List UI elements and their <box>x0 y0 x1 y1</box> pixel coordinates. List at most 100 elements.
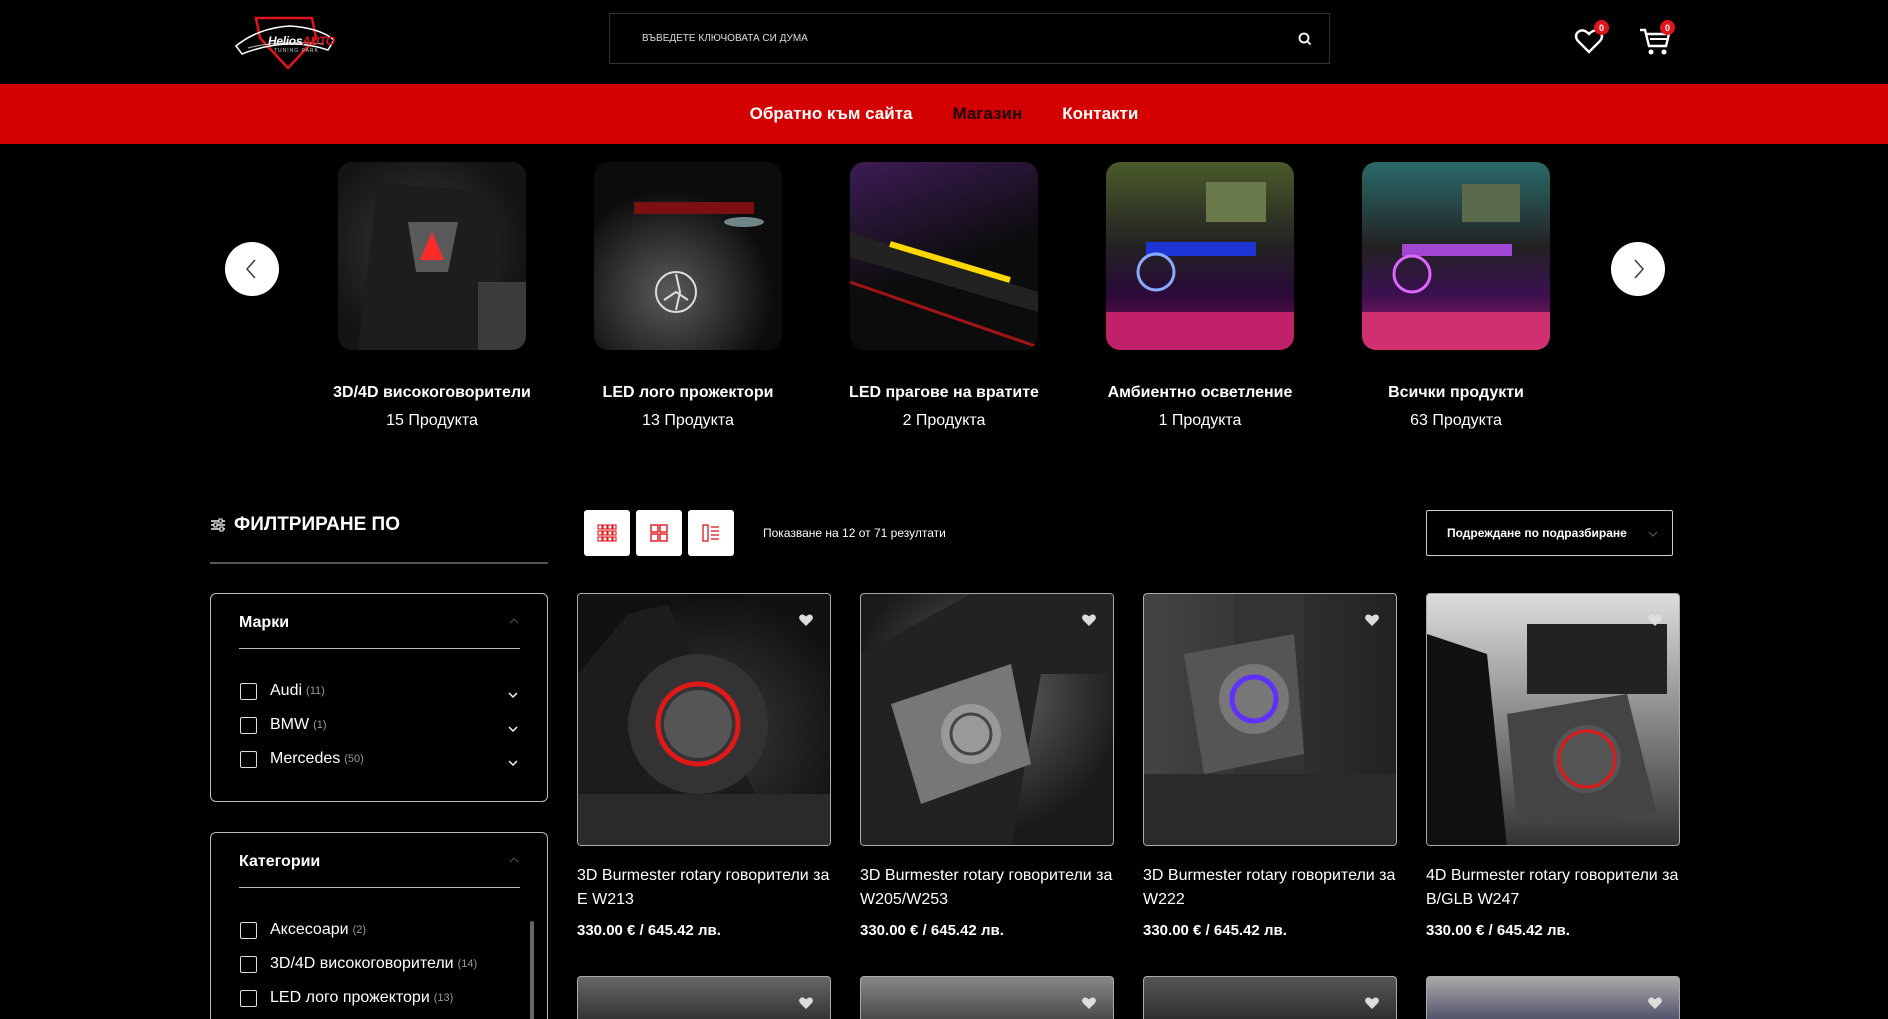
sort-select[interactable]: Подреждане по подразбиране <box>1426 510 1673 556</box>
chevron-down-icon[interactable] <box>507 757 519 769</box>
checkbox[interactable] <box>240 921 257 939</box>
product-price: 330.00 € / 645.42 лв. <box>577 922 721 939</box>
product-title[interactable]: 3D Burmester rotary говорители за E W213 <box>577 864 831 912</box>
search-input[interactable] <box>610 14 1280 63</box>
category-image[interactable] <box>1362 162 1550 350</box>
view-list-button[interactable] <box>688 510 734 556</box>
speaker-photo-icon <box>358 182 526 350</box>
option-label: Audi <box>270 682 303 699</box>
category-image[interactable] <box>1106 162 1294 350</box>
ambient-light-photo-icon <box>1106 182 1294 350</box>
heart-icon[interactable] <box>1647 612 1663 628</box>
divider <box>210 562 548 564</box>
heart-icon[interactable] <box>1364 612 1380 628</box>
all-products-photo-icon <box>1362 184 1550 350</box>
category-card[interactable]: LED лого прожектори 13 Продукта <box>582 162 794 430</box>
sliders-icon <box>211 518 225 532</box>
brands-filter-title[interactable]: Марки <box>239 614 289 632</box>
site-logo[interactable]: HeliosAUTO TUNING PARK <box>228 10 343 72</box>
option-label: BMW <box>270 716 310 733</box>
product-title[interactable]: 3D Burmester rotary говорители за W205/W… <box>860 864 1114 912</box>
product-image[interactable] <box>1426 593 1680 846</box>
checkbox[interactable] <box>240 955 257 973</box>
category-option-accessories[interactable]: Аксесоари (2) <box>240 921 366 939</box>
heart-icon[interactable] <box>1647 995 1663 1011</box>
product-title[interactable]: 3D Burmester rotary говорители за W222 <box>1143 864 1397 912</box>
product-image[interactable] <box>860 593 1114 846</box>
nav-back-to-site[interactable]: Обратно към сайта <box>750 104 913 124</box>
view-grid-5-button[interactable] <box>584 510 630 556</box>
list-icon <box>702 524 719 542</box>
heart-icon[interactable] <box>1081 995 1097 1011</box>
nav-contacts[interactable]: Контакти <box>1062 104 1138 124</box>
option-count: (13) <box>433 992 454 1004</box>
category-title: Амбиентно осветление <box>1107 384 1293 401</box>
product-card[interactable] <box>1426 976 1680 1019</box>
brand-option-bmw[interactable]: BMW (1) <box>240 716 327 734</box>
category-count: 13 Продукта <box>642 412 734 429</box>
brand-name: HeliosAUTO <box>268 34 335 48</box>
checkbox[interactable] <box>240 989 257 1007</box>
category-card[interactable]: 3D/4D високоговорители 15 Продукта <box>326 162 538 430</box>
category-option-speakers[interactable]: 3D/4D високоговорители (14) <box>240 955 477 973</box>
chevron-down-icon[interactable] <box>507 723 519 735</box>
category-card[interactable]: Всички продукти 63 Продукта <box>1350 162 1562 430</box>
brands-filter: Марки Audi (11) BMW (1) Mercedes (50) <box>210 593 548 802</box>
logo-projector-photo-icon <box>634 202 764 313</box>
chevron-up-icon[interactable] <box>509 855 519 865</box>
heart-icon[interactable] <box>798 612 814 628</box>
category-image[interactable] <box>594 162 782 350</box>
category-card[interactable]: LED прагове на вратите 2 Продукта <box>838 162 1050 430</box>
product-card[interactable]: 4D Burmester rotary говорители за B/GLB … <box>1426 593 1680 939</box>
heart-icon[interactable] <box>1081 612 1097 628</box>
scrollbar[interactable] <box>530 921 534 1019</box>
product-price: 330.00 € / 645.42 лв. <box>1426 922 1570 939</box>
brand-option-mercedes[interactable]: Mercedes (50) <box>240 750 364 768</box>
grid-icon <box>650 524 668 542</box>
category-count: 63 Продукта <box>1410 412 1502 429</box>
checkbox[interactable] <box>240 716 257 734</box>
search-button[interactable] <box>1295 29 1315 49</box>
checkbox[interactable] <box>240 682 257 700</box>
product-card[interactable] <box>1143 976 1397 1019</box>
brand-option-audi[interactable]: Audi (11) <box>240 682 325 700</box>
categories-filter-title[interactable]: Категории <box>239 853 320 871</box>
product-title[interactable]: 4D Burmester rotary говорители за B/GLB … <box>1426 864 1680 912</box>
chevron-down-icon <box>1648 531 1658 537</box>
option-count: (14) <box>457 958 478 970</box>
wishlist-count-badge: 0 <box>1594 20 1609 35</box>
chevron-down-icon[interactable] <box>507 689 519 701</box>
view-grid-4-button[interactable] <box>636 510 682 556</box>
product-card[interactable] <box>577 976 831 1019</box>
heart-icon[interactable] <box>1364 995 1380 1011</box>
carousel-next-button[interactable] <box>1611 242 1665 296</box>
option-label: Аксесоари <box>270 921 349 938</box>
product-card[interactable]: 3D Burmester rotary говорители за E W213… <box>577 593 831 939</box>
category-card[interactable]: Амбиентно осветление 1 Продукта <box>1094 162 1306 430</box>
carousel-prev-button[interactable] <box>225 242 279 296</box>
search-bar <box>609 13 1330 64</box>
nav-shop[interactable]: Магазин <box>952 104 1022 124</box>
cart-button[interactable]: 0 <box>1638 20 1675 58</box>
speaker-photo-icon <box>1427 624 1667 845</box>
product-image[interactable] <box>1143 593 1397 846</box>
category-count: 1 Продукта <box>1158 412 1242 429</box>
category-image[interactable] <box>338 162 526 350</box>
product-card[interactable]: 3D Burmester rotary говорители за W222 3… <box>1143 593 1397 939</box>
category-option-logo-projectors[interactable]: LED лого прожектори (13) <box>240 989 453 1007</box>
checkbox[interactable] <box>240 750 257 768</box>
cart-count-badge: 0 <box>1660 20 1675 35</box>
product-card[interactable] <box>860 976 1114 1019</box>
product-card[interactable]: 3D Burmester rotary говорители за W205/W… <box>860 593 1114 939</box>
speaker-photo-icon <box>578 604 830 845</box>
product-price: 330.00 € / 645.42 лв. <box>1143 922 1287 939</box>
product-image[interactable] <box>577 593 831 846</box>
category-image[interactable] <box>850 162 1038 350</box>
option-label: 3D/4D високоговорители <box>270 955 454 972</box>
filter-heading: ФИЛТРИРАНЕ ПО <box>210 514 400 536</box>
categories-filter: Категории Аксесоари (2) 3D/4D високогово… <box>210 832 548 1019</box>
wishlist-button[interactable]: 0 <box>1572 20 1609 58</box>
heart-icon[interactable] <box>798 995 814 1011</box>
results-count: Показване на 12 от 71 резултати <box>763 526 946 540</box>
chevron-up-icon[interactable] <box>509 616 519 626</box>
